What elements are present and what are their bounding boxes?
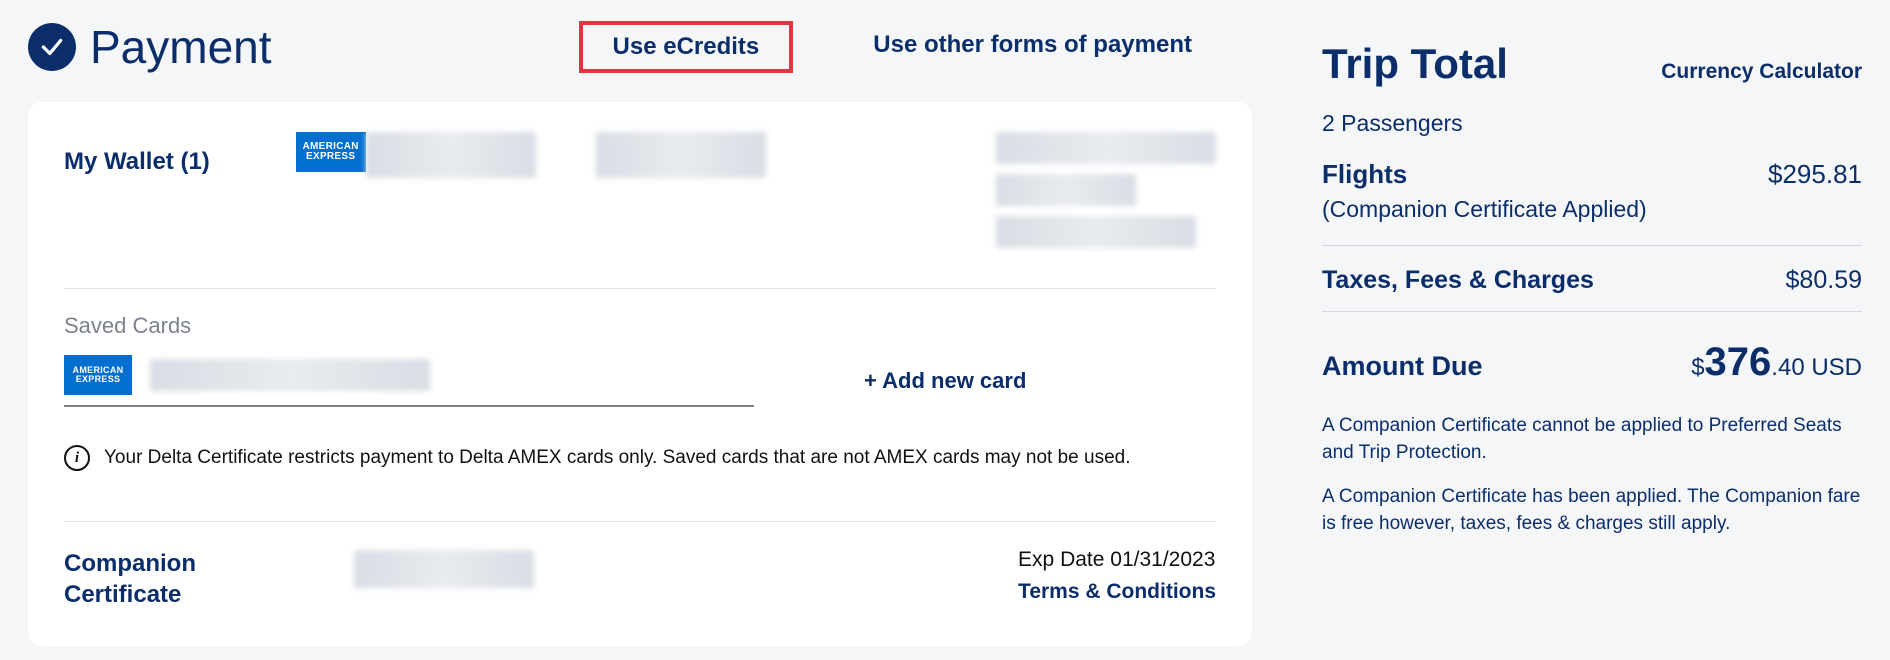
companion-exp-date: Exp Date 01/31/2023 (1018, 548, 1216, 572)
info-icon: i (64, 445, 90, 471)
wallet-row: My Wallet (1) AMERICAN EXPRESS (64, 132, 1216, 289)
use-other-payment-link[interactable]: Use other forms of payment (853, 21, 1212, 73)
currency-calculator-link[interactable]: Currency Calculator (1661, 60, 1862, 84)
companion-label: Companion Certificate (64, 548, 354, 610)
taxes-label: Taxes, Fees & Charges (1322, 266, 1594, 295)
passenger-count: 2 Passengers (1322, 110, 1862, 137)
saved-cards-label: Saved Cards (64, 313, 1216, 339)
flights-price-row: Flights $295.81 (1322, 159, 1862, 190)
redacted-card-number (150, 359, 430, 391)
trip-total-panel: Trip Total Currency Calculator 2 Passeng… (1322, 20, 1862, 646)
divider (1322, 311, 1862, 312)
companion-note-1: A Companion Certificate cannot be applie… (1322, 413, 1862, 466)
payment-card-panel: My Wallet (1) AMERICAN EXPRESS Saved Car (28, 102, 1252, 646)
flights-value: $295.81 (1768, 159, 1862, 190)
amount-due-label: Amount Due (1322, 351, 1482, 382)
saved-card-select[interactable]: AMERICAN EXPRESS (64, 355, 754, 407)
companion-certificate-row: Companion Certificate Exp Date 01/31/202… (64, 548, 1216, 610)
amex-card-icon: AMERICAN EXPRESS (296, 132, 366, 172)
redacted-card-info (366, 132, 536, 178)
info-notice-row: i Your Delta Certificate restricts payme… (64, 445, 1216, 471)
info-notice-text: Your Delta Certificate restricts payment… (104, 447, 1130, 469)
check-circle-icon (28, 23, 76, 71)
page-title: Payment (90, 20, 272, 74)
redacted-card-info (996, 216, 1196, 248)
saved-cards-section: Saved Cards AMERICAN EXPRESS + Add new c… (64, 313, 1216, 407)
redacted-card-info (996, 132, 1216, 164)
taxes-value: $80.59 (1786, 266, 1862, 295)
amex-card-icon: AMERICAN EXPRESS (64, 355, 132, 395)
terms-conditions-link[interactable]: Terms & Conditions (1018, 580, 1216, 604)
wallet-label: My Wallet (1) (64, 132, 296, 176)
use-ecredits-link[interactable]: Use eCredits (579, 21, 794, 73)
trip-total-title: Trip Total (1322, 40, 1508, 88)
add-new-card-button[interactable]: + Add new card (864, 368, 1026, 394)
redacted-card-info (996, 174, 1136, 206)
amount-due-value: $376.40 USD (1691, 340, 1862, 385)
amount-due-row: Amount Due $376.40 USD (1322, 340, 1862, 385)
companion-note-2: A Companion Certificate has been applied… (1322, 484, 1862, 537)
redacted-companion-info (354, 550, 534, 588)
redacted-card-info (596, 132, 766, 178)
payment-left-column: Payment Use eCredits Use other forms of … (28, 20, 1252, 646)
flights-label: Flights (1322, 159, 1407, 190)
flights-note: (Companion Certificate Applied) (1322, 196, 1862, 223)
taxes-row[interactable]: Taxes, Fees & Charges $80.59 (1322, 266, 1862, 295)
divider (1322, 245, 1862, 246)
payment-header: Payment Use eCredits Use other forms of … (28, 20, 1252, 74)
divider (64, 521, 1216, 522)
